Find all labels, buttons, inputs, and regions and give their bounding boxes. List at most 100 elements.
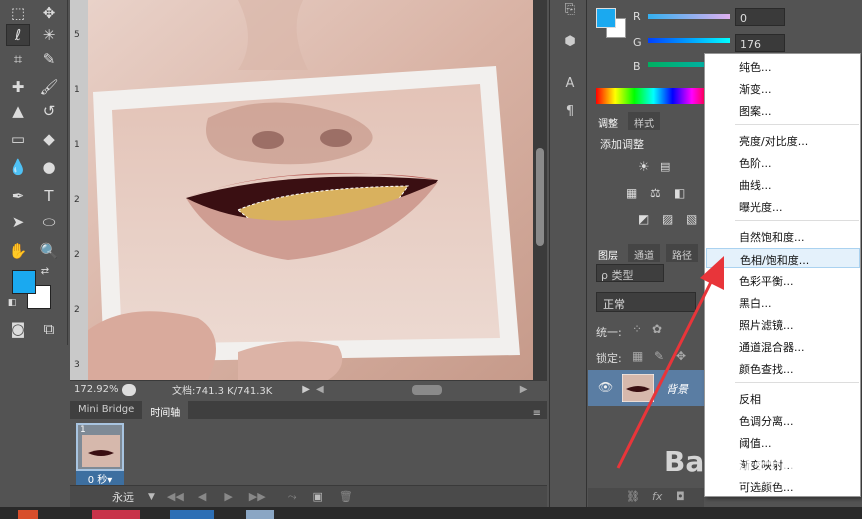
r-slider[interactable]: [648, 14, 730, 19]
canvas-vertical-scrollbar[interactable]: [533, 0, 547, 380]
vibrance-adjustment-icon[interactable]: ▦: [626, 186, 637, 200]
menu-item-gradient[interactable]: 渐变...: [706, 78, 860, 98]
path-selection-tool-icon[interactable]: ➤: [6, 211, 30, 233]
ruler-tick: 1: [74, 85, 80, 95]
loop-chevron-icon[interactable]: ▼: [148, 492, 155, 502]
taskbar-app-icon[interactable]: [170, 510, 214, 519]
taskbar-app-icon[interactable]: [18, 510, 38, 519]
character-panel-icon[interactable]: A: [560, 76, 580, 94]
swap-colors-icon[interactable]: ⇄: [38, 264, 52, 278]
arrow-head-icon: [700, 256, 724, 290]
invert-icon[interactable]: ◩: [638, 212, 649, 226]
healing-brush-tool-icon[interactable]: ✚: [6, 76, 30, 98]
hand-tool-icon[interactable]: ✋: [6, 240, 30, 262]
r-value-input[interactable]: 0: [735, 8, 785, 26]
foreground-color-swatch[interactable]: [12, 270, 36, 294]
next-frame-icon[interactable]: ▶▶: [249, 490, 266, 503]
scroll-right-icon[interactable]: ▶: [520, 384, 528, 395]
play-icon[interactable]: ▶: [224, 490, 232, 503]
scroll-left-icon[interactable]: ◀: [316, 384, 324, 395]
frame-delay-dropdown[interactable]: 0 秒▾: [76, 471, 124, 486]
document-canvas[interactable]: [88, 0, 533, 380]
link-layers-icon[interactable]: ⛓: [626, 490, 640, 503]
delete-frame-icon[interactable]: 🗑: [339, 490, 353, 503]
horizontal-scrollbar-thumb[interactable]: [411, 384, 442, 395]
duplicate-frame-icon[interactable]: ▣: [313, 490, 323, 503]
g-value-input[interactable]: 176: [735, 34, 785, 52]
black-white-icon[interactable]: ◧: [674, 186, 685, 200]
animation-frame[interactable]: 1: [76, 423, 124, 471]
menu-item-exposure[interactable]: 曝光度...: [706, 196, 860, 216]
color-panel-foreground[interactable]: [596, 8, 616, 28]
zoom-tool-icon[interactable]: 🔍: [37, 240, 61, 262]
history-brush-tool-icon[interactable]: ↺: [37, 100, 61, 122]
screen-mode-icon[interactable]: ⧉: [37, 318, 61, 340]
vertical-ruler: 5 1 1 2 2 2 3: [70, 0, 88, 380]
adjustments-title: 添加调整: [600, 138, 644, 151]
brush-tool-icon[interactable]: 🖌: [37, 76, 61, 98]
ruler-tick: 5: [74, 30, 80, 40]
zoom-icon[interactable]: [122, 383, 136, 396]
lasso-tool-icon[interactable]: ℓ: [6, 24, 30, 46]
magic-wand-tool-icon[interactable]: ✳: [37, 24, 61, 46]
loop-dropdown[interactable]: 永远: [112, 489, 134, 505]
taskbar-app-icon[interactable]: [246, 510, 274, 519]
history-panel-icon[interactable]: ⎘: [560, 2, 580, 20]
quick-mask-icon[interactable]: ◙: [6, 318, 30, 340]
menu-separator: [735, 124, 859, 125]
photo-image: [88, 0, 533, 380]
ellipse-tool-icon[interactable]: ⬭: [37, 211, 61, 233]
levels-adjustment-icon[interactable]: ▤: [660, 160, 670, 173]
ruler-tick: 2: [74, 250, 80, 260]
color-balance-icon[interactable]: ⚖: [650, 186, 661, 200]
tab-timeline[interactable]: 时间轴: [142, 401, 189, 419]
channel-label-g: G: [633, 36, 642, 49]
brightness-adjustment-icon[interactable]: ☀: [638, 160, 650, 175]
timeline-controls: 永远 ▼ ◀◀ ◀ ▶ ▶▶ ⤳ ▣ 🗑: [70, 485, 547, 507]
timeline-panel: 1 0 秒▾: [70, 419, 547, 486]
status-arrow-icon[interactable]: ▶: [302, 384, 310, 395]
tab-mini-bridge[interactable]: Mini Bridge: [70, 401, 142, 419]
paint-bucket-tool-icon[interactable]: ◆: [37, 128, 61, 150]
menu-item-pattern[interactable]: 图案...: [706, 100, 860, 120]
move-tool-icon[interactable]: ✥: [37, 2, 61, 24]
layer-style-icon[interactable]: fx: [652, 490, 662, 503]
blur-tool-icon[interactable]: 💧: [6, 156, 30, 178]
layer-mask-icon[interactable]: ◘: [676, 490, 685, 503]
tab-adjustments[interactable]: 调整: [592, 112, 624, 130]
3d-panel-icon[interactable]: ⬢: [560, 34, 580, 52]
tab-styles[interactable]: 样式: [628, 112, 660, 130]
crop-tool-icon[interactable]: ⌗: [6, 48, 30, 70]
eraser-tool-icon[interactable]: ▭: [6, 128, 30, 150]
type-tool-icon[interactable]: T: [37, 185, 61, 207]
g-slider[interactable]: [648, 38, 730, 43]
default-colors-icon[interactable]: ◧: [5, 296, 19, 310]
ruler-tick: 3: [74, 360, 80, 370]
document-info[interactable]: 文档:741.3 K/741.3K: [172, 382, 272, 397]
pen-tool-icon[interactable]: ✒: [6, 185, 30, 207]
threshold-icon[interactable]: ▧: [686, 212, 697, 226]
dodge-tool-icon[interactable]: ●: [37, 156, 61, 178]
tools-panel: ⬚ ✥ ℓ ✳ ⌗ ✎ ✚ 🖌 ▲ ↺ ▭ ◆ 💧 ● ✒ T ➤ ⬭ ✋ 🔍 …: [0, 0, 68, 345]
ruler-tick: 2: [74, 195, 80, 205]
taskbar-app-icon[interactable]: [92, 510, 140, 519]
watermark-url: jingyan.baidu.com: [712, 474, 823, 488]
menu-item-levels[interactable]: 色阶...: [706, 152, 860, 172]
tween-icon[interactable]: ⤳: [288, 490, 297, 504]
status-bar: 172.92% 文档:741.3 K/741.3K ▶ ◀ ▶: [70, 380, 547, 398]
paragraph-panel-icon[interactable]: ¶: [560, 104, 580, 122]
first-frame-icon[interactable]: ◀◀: [167, 490, 184, 503]
panel-menu-icon[interactable]: ≡: [533, 408, 547, 419]
posterize-icon[interactable]: ▨: [662, 212, 673, 226]
previous-frame-icon[interactable]: ◀: [198, 490, 206, 503]
scrollbar-thumb[interactable]: [536, 148, 544, 246]
color-spectrum[interactable]: [596, 88, 711, 104]
menu-item-curves[interactable]: 曲线...: [706, 174, 860, 194]
channel-label-r: R: [633, 10, 641, 23]
clone-stamp-tool-icon[interactable]: ▲: [6, 100, 30, 122]
menu-item-solid-color[interactable]: 纯色...: [706, 56, 860, 76]
eyedropper-tool-icon[interactable]: ✎: [37, 48, 61, 70]
menu-item-brightness-contrast[interactable]: 亮度/对比度...: [706, 130, 860, 150]
marquee-tool-icon[interactable]: ⬚: [6, 2, 30, 24]
zoom-level[interactable]: 172.92%: [70, 384, 122, 395]
